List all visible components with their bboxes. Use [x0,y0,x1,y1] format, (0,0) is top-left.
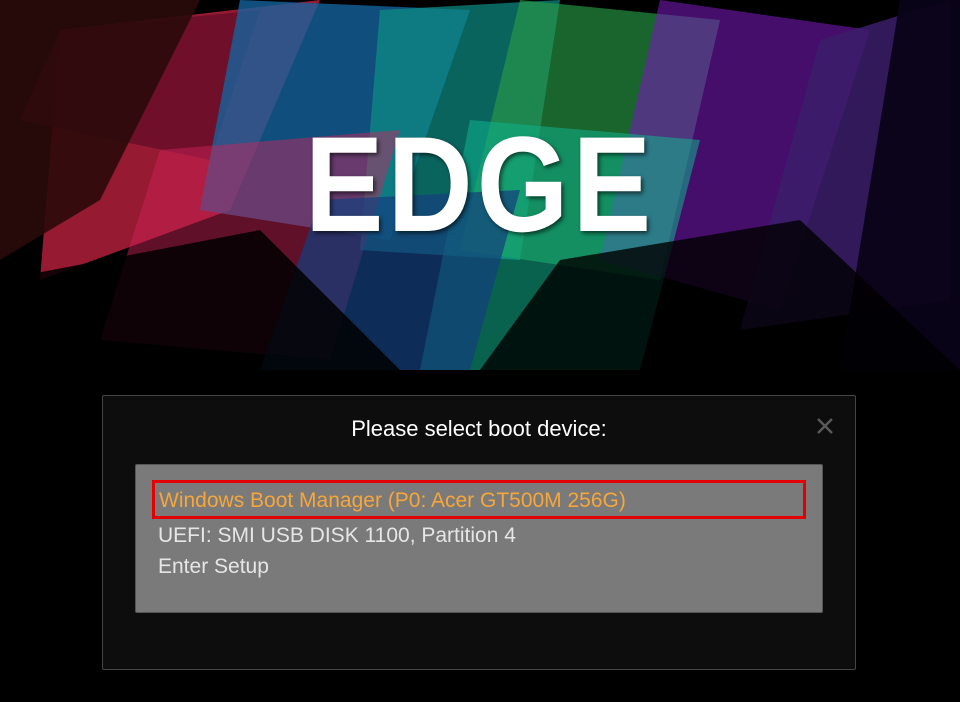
boot-item-windows-boot-manager[interactable]: Windows Boot Manager (P0: Acer GT500M 25… [152,480,806,519]
dialog-title: Please select boot device: [103,396,855,464]
close-icon[interactable] [813,414,837,438]
brand-banner: EDGE [0,0,960,370]
boot-item-enter-setup[interactable]: Enter Setup [156,551,802,582]
boot-item-uefi-usb[interactable]: UEFI: SMI USB DISK 1100, Partition 4 [156,520,802,551]
boot-device-dialog: Please select boot device: Windows Boot … [102,395,856,670]
boot-device-list: Windows Boot Manager (P0: Acer GT500M 25… [135,464,823,613]
brand-logo-text: EDGE [305,107,655,263]
